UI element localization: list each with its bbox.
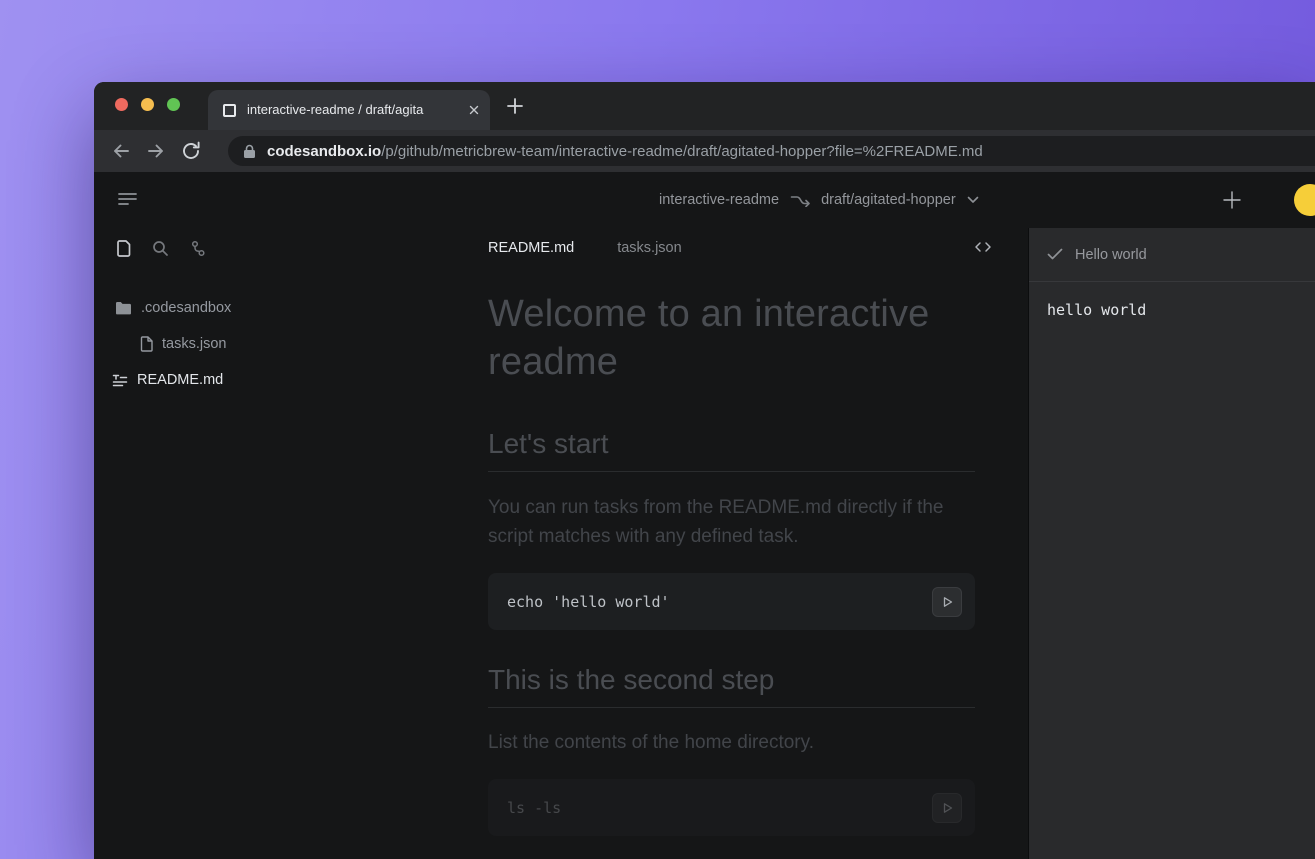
lock-icon — [243, 144, 256, 159]
reload-button[interactable] — [180, 140, 202, 162]
tree-item-label: .codesandbox — [141, 300, 231, 316]
task-output-panel: Hello world hello world — [1028, 228, 1315, 859]
browser-window: interactive-readme / draft/agita codesan… — [94, 82, 1315, 859]
new-tab-button[interactable] — [504, 95, 526, 117]
browser-tab[interactable]: interactive-readme / draft/agita — [208, 90, 490, 130]
browser-tab-strip: interactive-readme / draft/agita — [94, 82, 1315, 130]
runnable-code-block: echo 'hello world' — [488, 573, 975, 630]
zoom-window-button[interactable] — [167, 98, 180, 111]
code-view-toggle-icon[interactable] — [974, 239, 992, 255]
close-window-button[interactable] — [115, 98, 128, 111]
run-task-button[interactable] — [932, 587, 962, 617]
git-branch-icon[interactable] — [190, 240, 206, 257]
file-icon — [140, 336, 153, 352]
tree-item-label: README.md — [137, 372, 223, 388]
tab-close-icon[interactable] — [468, 104, 480, 116]
tab-title: interactive-readme / draft/agita — [247, 101, 462, 119]
check-icon — [1047, 248, 1063, 261]
url-domain: codesandbox.io — [267, 143, 381, 160]
file-tree: .codesandbox tasks.json README.md — [94, 290, 470, 398]
browser-toolbar: codesandbox.io/p/github/metricbrew-team/… — [94, 130, 1315, 172]
menu-icon[interactable] — [118, 192, 137, 206]
task-output-text: hello world — [1029, 282, 1315, 338]
section-body: You can run tasks from the README.md dir… — [488, 493, 975, 551]
tree-item-readme-md[interactable]: README.md — [94, 362, 470, 398]
readme-tasks-icon — [112, 373, 128, 387]
run-task-button[interactable] — [932, 793, 962, 823]
readme-title: Welcome to an interactive readme — [488, 290, 975, 386]
tab-readme-md[interactable]: README.md — [488, 240, 574, 256]
section-body: List the contents of the home directory. — [488, 728, 975, 757]
editor-pane: README.md tasks.json Welcome to an inter… — [470, 228, 1028, 859]
traffic-lights — [115, 98, 180, 111]
tree-item-label: tasks.json — [162, 336, 226, 352]
section-heading-second-step: This is the second step — [488, 663, 975, 708]
url-path: /p/github/metricbrew-team/interactive-re… — [381, 143, 983, 160]
branch-name: draft/agitated-hopper — [821, 192, 956, 208]
url-bar[interactable]: codesandbox.io/p/github/metricbrew-team/… — [228, 136, 1315, 166]
tab-tasks-json[interactable]: tasks.json — [617, 240, 681, 256]
section-heading-lets-start: Let's start — [488, 427, 975, 472]
codesandbox-app: interactive-readme draft/agitated-hopper — [94, 172, 1315, 859]
task-panel-title: Hello world — [1075, 247, 1147, 263]
search-icon[interactable] — [152, 240, 169, 257]
new-devtool-button[interactable] — [1220, 188, 1244, 212]
forward-button[interactable] — [145, 140, 167, 162]
minimize-window-button[interactable] — [141, 98, 154, 111]
project-breadcrumb[interactable]: interactive-readme draft/agitated-hopper — [659, 172, 979, 228]
explorer-icon[interactable] — [116, 240, 131, 257]
tree-item-tasks-json[interactable]: tasks.json — [94, 326, 470, 362]
back-button[interactable] — [110, 140, 132, 162]
user-avatar[interactable] — [1294, 184, 1315, 216]
folder-icon — [115, 301, 132, 315]
code-text: ls -ls — [507, 799, 561, 817]
chevron-down-icon — [967, 196, 979, 204]
file-sidebar: .codesandbox tasks.json README.md — [94, 228, 470, 859]
branch-icon — [790, 193, 810, 207]
task-panel-header[interactable]: Hello world — [1029, 228, 1315, 282]
editor-tab-bar: README.md tasks.json — [470, 228, 1028, 268]
readme-preview: Welcome to an interactive readme Let's s… — [470, 268, 1028, 836]
code-text: echo 'hello world' — [507, 593, 670, 611]
project-name: interactive-readme — [659, 192, 779, 208]
app-header: interactive-readme draft/agitated-hopper — [94, 172, 1315, 228]
runnable-code-block: ls -ls — [488, 779, 975, 836]
tree-item-codesandbox-folder[interactable]: .codesandbox — [94, 290, 470, 326]
tab-favicon-icon — [223, 104, 236, 117]
workspace: .codesandbox tasks.json README.md — [94, 228, 1315, 859]
